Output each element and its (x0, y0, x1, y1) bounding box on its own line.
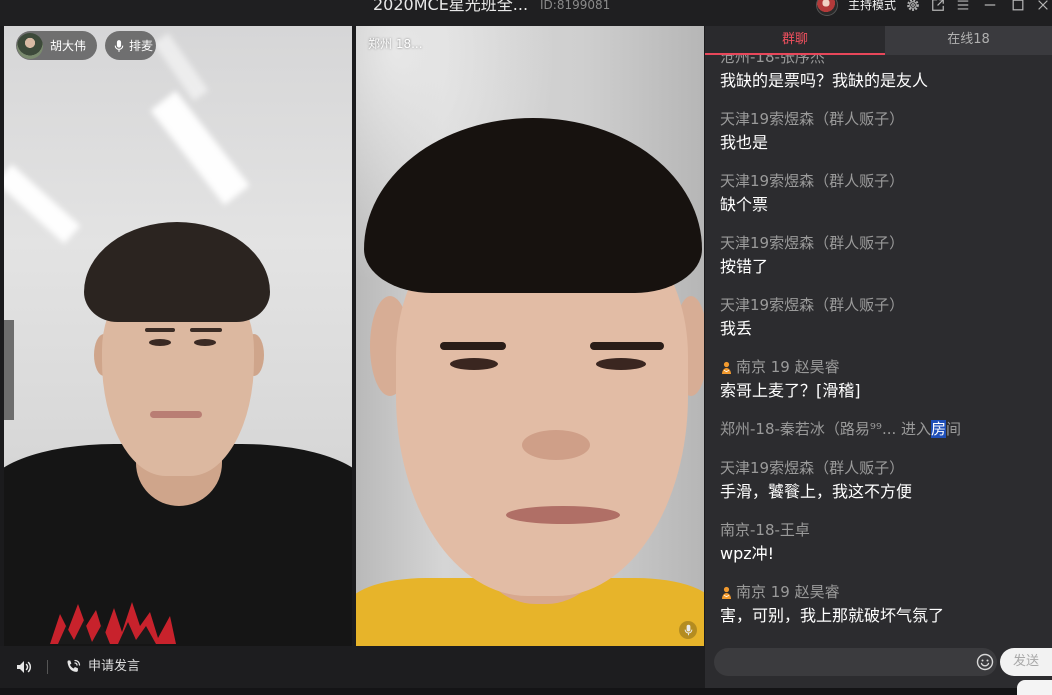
chat-message: 南京 19 赵昊睿 害，可别，我上那就破坏气氛了 (705, 581, 1052, 627)
phone-icon[interactable] (64, 658, 82, 676)
chat-message-text: wpz冲! (720, 544, 775, 563)
person-eyebrow (440, 342, 506, 350)
chat-message-sender[interactable]: 南京-18-王卓 (720, 519, 810, 542)
host-name-avatar[interactable] (17, 32, 43, 59)
chat-message-sender[interactable]: 天津19索煜森（群人贩子） (720, 232, 904, 255)
send-button[interactable]: 发送 (1000, 648, 1052, 676)
ceiling-light (4, 164, 81, 244)
chat-message: 天津19索煜森（群人贩子） 我丢 (705, 294, 1052, 340)
chat-message-text: 缺个票 (720, 195, 769, 214)
chat-message-sender[interactable]: 天津19索煜森（群人贩子） (720, 108, 904, 131)
apply-speak-button[interactable]: 申请发言 (88, 658, 140, 676)
chat-message-sender[interactable]: 天津19索煜森（群人贩子） (720, 457, 904, 480)
queue-mic-button[interactable]: 排麦 (105, 31, 156, 60)
control-divider (47, 660, 48, 674)
live-room-window: 2020MCE星光班全... ID:8199081 主持模式 胡大伟 排麦 郑州… (0, 0, 1052, 695)
chat-message-text: 我也是 (720, 133, 769, 152)
chat-message: 天津19索煜森（群人贩子） 手滑，饕餮上，我这不方便 (705, 457, 1052, 503)
host-name-tag[interactable]: 胡大伟 (16, 31, 97, 60)
host-mode-label[interactable]: 主持模式 (848, 0, 896, 13)
door-edge (4, 320, 14, 420)
chat-message-sender[interactable]: 沧州-18-张序杰 (720, 55, 825, 69)
chat-message-sender-row: 南京 19 赵昊睿 (720, 356, 1052, 379)
host-name: 胡大伟 (50, 38, 87, 53)
video-feed-guest[interactable]: 郑州 18... (356, 26, 704, 646)
chat-message-text: 我丢 (720, 319, 753, 338)
shirt-print (50, 602, 176, 644)
control-bar: 申请发言 (0, 646, 705, 688)
chat-message-sender-row: 南京 19 赵昊睿 (720, 581, 1052, 604)
chat-message-sender[interactable]: 南京 19 赵昊睿 (736, 356, 840, 379)
ceiling-light (150, 90, 250, 206)
emoji-icon[interactable] (976, 653, 994, 671)
chat-message-sender-row: 天津19索煜森（群人贩子） (720, 170, 1052, 193)
guest-mic-status[interactable] (679, 621, 697, 639)
tab-online-users[interactable]: 在线18 (885, 26, 1052, 55)
person-eyebrow (190, 328, 222, 332)
video-feed-host[interactable]: 胡大伟 排麦 (4, 26, 352, 646)
chat-message-sender-row: 天津19索煜森（群人贩子） (720, 232, 1052, 255)
chat-message-sender-row: 天津19索煜森（群人贩子） (720, 294, 1052, 317)
system-notice-text-end: 间 (946, 420, 962, 438)
member-badge-icon (721, 361, 732, 375)
selected-text: 房 (931, 420, 947, 438)
chat-message-text: 索哥上麦了？[滑稽] (720, 381, 861, 400)
settings-gear-icon[interactable] (906, 0, 920, 12)
room-id: ID:8199081 (540, 0, 611, 12)
ceiling-light (153, 33, 209, 101)
chat-message-sender[interactable]: 天津19索煜森（群人贩子） (720, 170, 904, 193)
chat-message-sender[interactable]: 天津19索煜森（群人贩子） (720, 294, 904, 317)
chat-message-text: 手滑，饕餮上，我这不方便 (720, 482, 913, 501)
system-notice: 郑州-18-秦若冰（路易⁹⁹... 进入房间 (705, 418, 1052, 441)
chat-message: 南京 19 赵昊睿 索哥上麦了？[滑稽] (705, 356, 1052, 402)
mic-icon (684, 624, 692, 636)
person-hair (84, 222, 270, 322)
chat-message-sender-row: 南京-18-王卓 (720, 519, 1052, 542)
window-bottom-edge (0, 688, 1052, 695)
person-eye (450, 358, 498, 370)
member-badge-icon (721, 586, 732, 600)
chat-message: 天津19索煜森（群人贩子） 我也是 (705, 108, 1052, 154)
tab-group-chat[interactable]: 群聊 (705, 26, 885, 55)
chat-message-sender-row: 天津19索煜森（群人贩子） (720, 457, 1052, 480)
minimize-icon[interactable] (983, 0, 997, 12)
popout-icon[interactable] (931, 0, 945, 12)
system-notice-text: 郑州-18-秦若冰（路易⁹⁹... 进入 (720, 420, 932, 438)
chat-feed-list: 沧州-18-张序杰 我缺的是票吗？我缺的是友人 天津19索煜森（群人贩子） 我也… (705, 55, 1052, 627)
menu-icon[interactable] (956, 0, 970, 12)
mic-icon (114, 39, 124, 53)
person-eye (149, 339, 171, 346)
person-nose (522, 430, 590, 460)
chat-feed[interactable]: 沧州-18-张序杰 我缺的是票吗？我缺的是友人 天津19索煜森（群人贩子） 我也… (705, 55, 1052, 645)
person-mouth (506, 506, 620, 524)
guest-name: 郑州 18... (368, 37, 423, 51)
chat-message: 天津19索煜森（群人贩子） 按错了 (705, 232, 1052, 278)
chat-message-text: 按错了 (720, 257, 769, 276)
chat-input[interactable] (726, 648, 970, 676)
background-region (1017, 680, 1052, 695)
person-eye (596, 358, 646, 370)
chat-panel: 群聊 在线18 沧州-18-张序杰 我缺的是票吗？我缺的是友人 天津19索煜森（… (705, 26, 1052, 688)
person-mouth (150, 411, 202, 418)
speaker-icon[interactable] (15, 658, 33, 676)
chat-message: 天津19索煜森（群人贩子） 缺个票 (705, 170, 1052, 216)
queue-mic-label: 排麦 (129, 38, 154, 53)
chat-message-text: 害，可别，我上那就破坏气氛了 (720, 606, 945, 625)
chat-message-sender-row: 天津19索煜森（群人贩子） (720, 108, 1052, 131)
maximize-icon[interactable] (1011, 0, 1025, 12)
chat-message-text: 我缺的是票吗？我缺的是友人 (720, 71, 929, 90)
chat-message: 沧州-18-张序杰 我缺的是票吗？我缺的是友人 (705, 55, 1052, 92)
close-icon[interactable] (1036, 0, 1050, 12)
chat-message-sender[interactable]: 南京 19 赵昊睿 (736, 581, 840, 604)
chat-message: 南京-18-王卓 wpz冲! (705, 519, 1052, 565)
person-eyebrow (590, 342, 664, 350)
person-eyebrow (145, 328, 175, 332)
person-eye (194, 339, 216, 346)
title-bar: 2020MCE星光班全... ID:8199081 主持模式 (0, 0, 1052, 26)
chat-message-sender-row: 沧州-18-张序杰 (720, 55, 1052, 69)
chat-input-box[interactable] (714, 648, 997, 676)
host-avatar[interactable] (816, 0, 838, 16)
room-title: 2020MCE星光班全... (373, 0, 529, 14)
